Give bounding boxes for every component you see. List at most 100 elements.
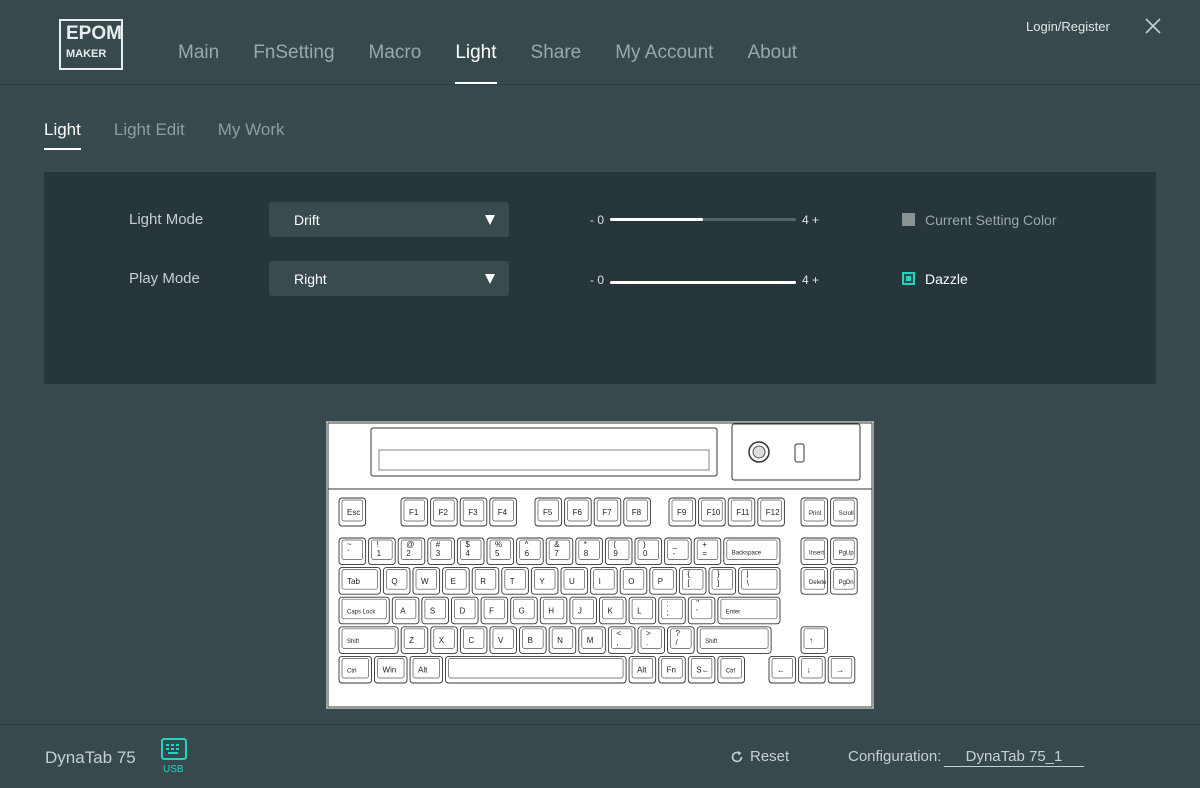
key-5-9[interactable] (798, 655, 826, 684)
key-label-1-11: - (673, 549, 676, 558)
key-5-3[interactable] (445, 655, 627, 684)
key-3-11[interactable] (687, 596, 716, 625)
close-icon[interactable] (1143, 16, 1163, 36)
brightness-slider-fill (610, 218, 703, 221)
key-label-2-5: T (510, 577, 515, 586)
subtab-my-work[interactable]: My Work (218, 120, 285, 150)
key-label-1-3: # (436, 540, 441, 549)
key-label-3-1: A (400, 607, 406, 616)
key-label-3-2: S (430, 607, 435, 616)
key-label-2-2: W (421, 577, 429, 586)
key-1-3[interactable] (427, 537, 455, 566)
key-label-0-0: Esc (347, 508, 360, 517)
key-label-0-13: Print (809, 511, 822, 517)
key-label-3-8: K (607, 607, 613, 616)
nav-main[interactable]: Main (178, 42, 219, 84)
nav-fnsetting[interactable]: FnSetting (253, 42, 334, 84)
light-mode-select[interactable]: Drift (269, 202, 509, 237)
nav-about[interactable]: About (747, 42, 797, 84)
key-label-0-3: F3 (468, 508, 478, 517)
key-label-5-2: Alt (418, 666, 428, 675)
key-label-1-0: ~ (347, 540, 352, 549)
play-mode-label: Play Mode (129, 270, 200, 287)
key-2-11[interactable] (678, 567, 707, 595)
key-label-1-3: 3 (436, 549, 441, 558)
keyboard-usb-icon (161, 738, 187, 760)
key-label-4-9: . (646, 638, 648, 647)
key-4-1[interactable] (400, 626, 429, 654)
dropdown-arrow-icon (485, 214, 495, 225)
key-label-4-2: X (439, 636, 445, 645)
brightness-slider[interactable] (610, 218, 796, 221)
key-label-5-4: Alt (637, 666, 647, 675)
key-label-5-0: Ctrl (347, 669, 356, 675)
play-mode-value: Right (294, 270, 327, 287)
key-label-1-4: 4 (465, 549, 470, 558)
key-label-3-9: L (637, 607, 642, 616)
key-1-1[interactable] (368, 537, 396, 566)
key-label-1-1: ! (377, 540, 379, 549)
key-4-9[interactable] (637, 626, 666, 654)
key-3-9[interactable] (628, 596, 657, 625)
key-1-4[interactable] (456, 537, 485, 566)
subtab-light[interactable]: Light (44, 120, 81, 150)
key-2-13[interactable] (738, 567, 781, 595)
key-4-12[interactable] (800, 626, 829, 654)
switch-icon (794, 443, 805, 463)
reset-label: Reset (750, 748, 790, 765)
nav-share[interactable]: Share (531, 42, 582, 84)
key-label-1-14: Insert (809, 550, 824, 556)
key-1-0[interactable] (338, 537, 367, 566)
key-2-8[interactable] (590, 567, 618, 595)
dropdown-arrow-icon (485, 273, 495, 284)
current-color-checkbox[interactable] (902, 213, 915, 226)
speed-decrease[interactable]: - 0 (590, 273, 604, 287)
key-1-12[interactable] (693, 537, 722, 566)
key-label-3-11: " (696, 599, 699, 608)
key-label-2-12: } (717, 570, 720, 579)
key-1-6[interactable] (516, 537, 544, 566)
key-1-10[interactable] (634, 537, 663, 566)
key-3-4[interactable] (480, 596, 509, 625)
key-label-1-0: ` (347, 549, 350, 558)
key-label-1-7: & (554, 540, 560, 549)
speed-slider[interactable] (610, 281, 796, 284)
reset-button[interactable]: Reset (730, 748, 789, 765)
logo-line2: MAKER (66, 48, 107, 60)
light-subtabs: Light Light Edit My Work (44, 120, 318, 150)
nav-macro[interactable]: Macro (369, 42, 422, 84)
light-mode-value: Drift (294, 211, 320, 228)
key-3-10[interactable] (658, 596, 686, 625)
speed-increase[interactable]: 4 + (802, 273, 819, 287)
key-label-3-6: H (548, 607, 554, 616)
key-label-2-3: E (451, 577, 456, 586)
key-4-8[interactable] (607, 626, 636, 654)
nav-light[interactable]: Light (455, 42, 497, 84)
brightness-decrease[interactable]: - 0 (590, 213, 604, 227)
key-label-3-3: D (459, 607, 465, 616)
play-mode-select[interactable]: Right (269, 261, 509, 296)
key-3-7[interactable] (569, 596, 597, 625)
key-label-0-4: F4 (498, 508, 508, 517)
key-2-12[interactable] (708, 567, 737, 595)
login-register-link[interactable]: Login/Register (1026, 19, 1110, 34)
key-label-4-7: M (587, 636, 594, 645)
key-label-5-1: Win (383, 666, 397, 675)
key-label-4-0: Shift (347, 639, 359, 645)
key-4-10[interactable] (667, 626, 695, 654)
key-1-11[interactable] (664, 537, 692, 566)
brightness-increase[interactable]: 4 + (802, 213, 819, 227)
key-label-2-15: PgDn (839, 580, 854, 586)
key-2-5[interactable] (501, 567, 529, 595)
key-label-2-8: I (599, 577, 601, 586)
key-label-3-10: ; (667, 608, 669, 617)
reset-icon (731, 750, 743, 762)
nav-my-account[interactable]: My Account (615, 42, 713, 84)
key-label-2-14: Delete (809, 580, 827, 586)
key-1-8[interactable] (575, 537, 603, 566)
key-label-2-9: O (628, 577, 634, 586)
configuration-value[interactable]: DynaTab 75_1 (944, 748, 1084, 767)
dazzle-checkbox[interactable] (902, 272, 915, 285)
subtab-light-edit[interactable]: Light Edit (114, 120, 185, 150)
key-1-9[interactable] (604, 537, 633, 566)
